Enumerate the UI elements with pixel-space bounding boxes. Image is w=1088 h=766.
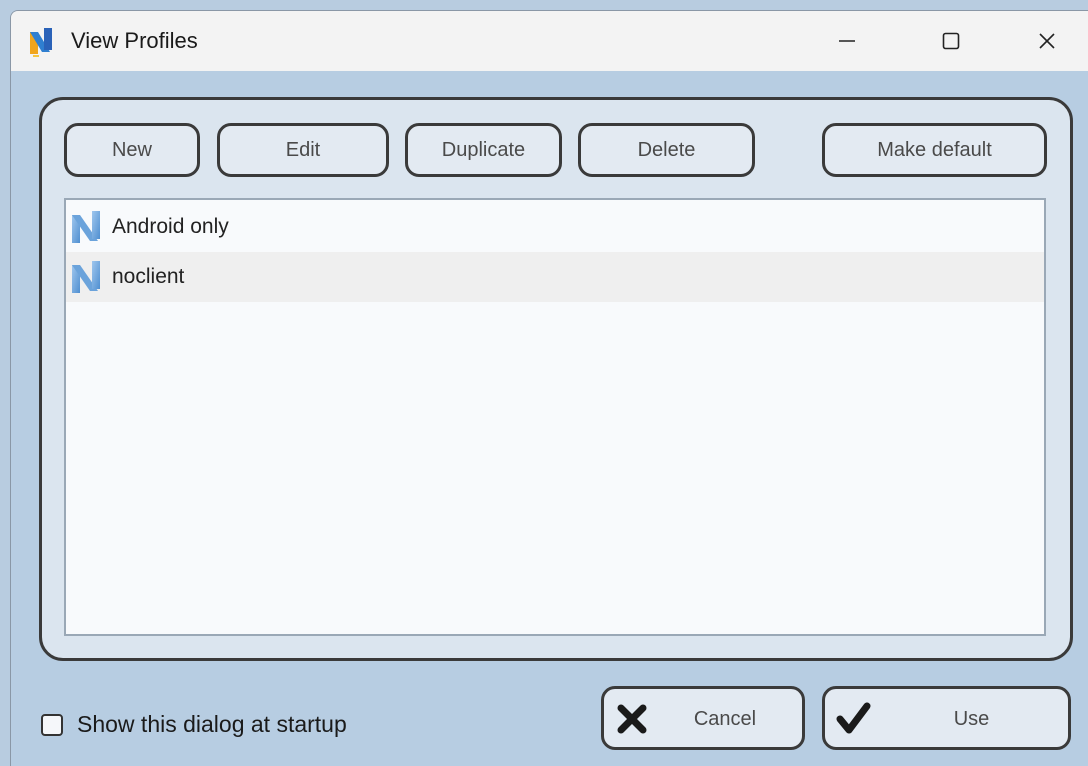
startup-checkbox-row[interactable]: Show this dialog at startup bbox=[41, 711, 347, 738]
use-button[interactable]: Use bbox=[822, 686, 1071, 750]
delete-button[interactable]: Delete bbox=[578, 123, 755, 177]
edit-button[interactable]: Edit bbox=[217, 123, 389, 177]
make-default-button[interactable]: Make default bbox=[822, 123, 1047, 177]
profile-n-icon bbox=[72, 261, 100, 293]
new-button[interactable]: New bbox=[64, 123, 200, 177]
profile-n-icon bbox=[72, 211, 100, 243]
minimize-button[interactable] bbox=[811, 11, 883, 71]
list-item[interactable]: Android only bbox=[66, 202, 1044, 252]
view-profiles-dialog: View Profiles New Edit Duplicate Delete … bbox=[10, 10, 1088, 766]
maximize-icon bbox=[942, 32, 960, 50]
cancel-button[interactable]: Cancel bbox=[601, 686, 805, 750]
list-item-label: noclient bbox=[112, 265, 185, 288]
cancel-label: Cancel bbox=[693, 708, 757, 730]
maximize-button[interactable] bbox=[915, 11, 987, 71]
duplicate-button[interactable]: Duplicate bbox=[405, 123, 562, 177]
use-label: Use bbox=[953, 708, 990, 730]
profiles-panel: New Edit Duplicate Delete Make default A… bbox=[39, 97, 1073, 661]
window-title: View Profiles bbox=[71, 28, 198, 53]
title-bar: View Profiles bbox=[11, 11, 1088, 71]
profiles-list[interactable]: Android only noclient bbox=[64, 198, 1046, 636]
list-item[interactable]: noclient bbox=[66, 252, 1044, 302]
list-item-label: Android only bbox=[112, 215, 229, 238]
app-logo-icon bbox=[30, 28, 52, 57]
startup-checkbox[interactable] bbox=[41, 713, 63, 736]
close-button[interactable] bbox=[1011, 11, 1083, 71]
close-icon bbox=[1039, 33, 1055, 49]
minimize-icon bbox=[839, 40, 855, 42]
startup-checkbox-label: Show this dialog at startup bbox=[77, 711, 347, 737]
